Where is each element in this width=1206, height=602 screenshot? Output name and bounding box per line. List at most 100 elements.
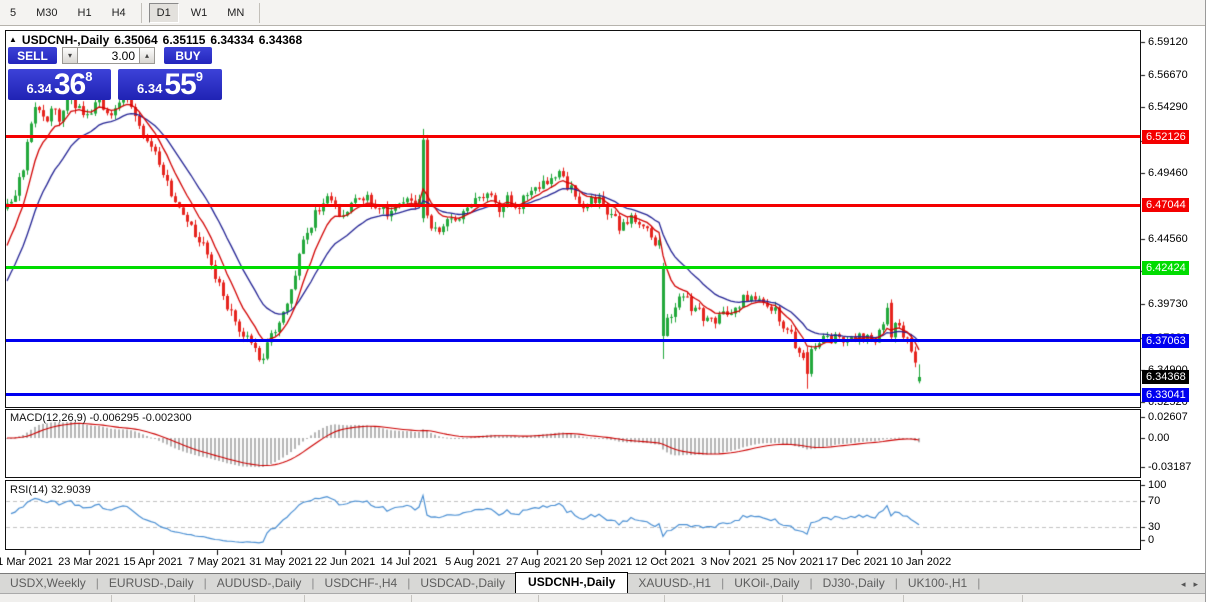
sell-price-prefix: 6.34 <box>26 81 52 96</box>
price-badge-6.47044: 6.47044 <box>1142 198 1189 213</box>
chart-tab-xauusd-h1[interactable]: XAUUSD-,H1 <box>628 574 721 593</box>
rsi-value: 32.9039 <box>50 484 91 496</box>
sell-quote-button[interactable]: 6.34 36 8 <box>8 69 111 100</box>
timeframe-button-h4[interactable]: H4 <box>104 3 134 23</box>
price-badge-6.42424: 6.42424 <box>1142 260 1189 275</box>
timeframe-button-mn[interactable]: MN <box>219 3 252 23</box>
tab-separator: | <box>977 576 981 590</box>
ohlc-low: 6.34334 <box>210 33 254 47</box>
chart-tab-usdcad-daily[interactable]: USDCAD-,Daily <box>410 574 515 593</box>
toolbar-separator <box>259 2 261 23</box>
chart-tab-audusd-daily[interactable]: AUDUSD-,Daily <box>207 574 312 593</box>
status-separator <box>664 595 665 602</box>
buy-price-point: 9 <box>195 69 203 84</box>
sell-button[interactable]: SELL <box>8 47 57 64</box>
indicator-tick-label: 30 <box>1148 521 1161 533</box>
level-line-6.52126[interactable] <box>5 135 1141 139</box>
ohlc-close: 6.34368 <box>258 33 303 47</box>
status-separator <box>538 595 539 602</box>
time-tick-label: 1 Mar 2021 <box>0 556 53 568</box>
status-separator <box>304 595 305 602</box>
macd-main-value: -0.006295 <box>89 412 140 424</box>
volume-input[interactable] <box>77 47 140 64</box>
ohlc-high: 6.35115 <box>162 33 206 47</box>
level-line-6.47044[interactable] <box>5 203 1141 207</box>
rsi-name: RSI(14) <box>10 484 48 496</box>
level-line-6.37063[interactable] <box>5 339 1141 343</box>
terminal-window: 5 M30 H1 H4 D1 W1 MN ▲ USDCNH-,Daily 6.35064 6.35… <box>0 0 1206 602</box>
price-badge-6.37063: 6.37063 <box>1142 333 1189 348</box>
status-separator <box>1022 595 1023 602</box>
chart-tab-bar: USDX,Weekly | EURUSD-,Daily | AUDUSD-,Daily |… <box>0 572 1205 593</box>
indicator-tick-label: 70 <box>1148 495 1161 507</box>
chart-tab-usdcnh-daily[interactable]: USDCNH-,Daily <box>515 572 629 593</box>
time-tick-label: 3 Nov 2021 <box>700 556 758 568</box>
timeframe-button-d1[interactable]: D1 <box>148 2 179 23</box>
timeframe-toolbar: 5 M30 H1 H4 D1 W1 MN <box>0 0 1205 26</box>
time-tick-label: 5 Aug 2021 <box>445 556 501 568</box>
price-tick-label: 6.49460 <box>1148 166 1188 179</box>
macd-name: MACD(12,26,9) <box>10 412 87 424</box>
buy-quote-button[interactable]: 6.34 55 9 <box>118 69 222 100</box>
sell-price-point: 8 <box>85 69 93 84</box>
tab-scroll-left-icon[interactable]: ◂ <box>1181 579 1186 590</box>
chart-tab-usdx-weekly[interactable]: USDX,Weekly <box>0 574 96 593</box>
macd-signal-value: -0.002300 <box>142 412 192 424</box>
chart-symbol-label: USDCNH-,Daily <box>21 33 110 47</box>
indicator-tick-label: 0.02607 <box>1148 411 1188 423</box>
buy-button[interactable]: BUY <box>164 47 212 64</box>
time-tick-label: 12 Oct 2021 <box>635 556 695 568</box>
time-tick-label: 31 May 2021 <box>249 556 313 568</box>
chart-header: ▲ USDCNH-,Daily 6.35064 6.35115 6.34334 6.343… <box>9 33 302 47</box>
time-tick-label: 25 Nov 2021 <box>761 556 825 568</box>
level-line-6.33041[interactable] <box>5 393 1141 397</box>
tab-scroll-right-icon[interactable]: ▸ <box>1193 579 1198 590</box>
indicator-tick-label: -0.03187 <box>1148 461 1192 473</box>
chart-tab-usdchf-h4[interactable]: USDCHF-,H4 <box>315 574 408 593</box>
indicator-tick-label: 0 <box>1148 534 1155 546</box>
time-tick-label: 27 Aug 2021 <box>506 556 568 568</box>
volume-increase-button[interactable]: ▴ <box>140 47 155 64</box>
chart-tab-uk100-h1[interactable]: UK100-,H1 <box>898 574 977 593</box>
time-tick-label: 14 Jul 2021 <box>380 556 438 568</box>
price-badge-6.52126: 6.52126 <box>1142 129 1189 144</box>
price-tick-label: 6.39730 <box>1148 298 1188 311</box>
rsi-label: RSI(14) 32.9039 <box>10 484 91 496</box>
price-tick-label: 6.56670 <box>1148 69 1188 82</box>
time-tick-label: 10 Jan 2022 <box>890 556 952 568</box>
time-tick-label: 22 Jun 2021 <box>314 556 376 568</box>
price-tick-label: 6.54290 <box>1148 101 1188 114</box>
macd-label: MACD(12,26,9) -0.006295 -0.002300 <box>10 412 192 424</box>
status-bar <box>0 593 1205 602</box>
toolbar-separator <box>140 2 142 23</box>
status-separator <box>782 595 783 602</box>
timeframe-button-m30[interactable]: M30 <box>28 3 65 23</box>
timeframe-button-5[interactable]: 5 <box>2 3 24 23</box>
collapse-triangle-icon[interactable]: ▲ <box>9 35 17 44</box>
timeframe-button-w1[interactable]: W1 <box>183 3 216 23</box>
chart-tab-ukoil-daily[interactable]: UKOil-,Daily <box>724 574 809 593</box>
price-tick-label: 6.59120 <box>1148 36 1188 48</box>
price-tick-label: 6.44560 <box>1148 233 1188 246</box>
chart-tab-eurusd-daily[interactable]: EURUSD-,Daily <box>99 574 204 593</box>
level-line-6.42424[interactable] <box>5 266 1141 270</box>
tab-scroll-nav: ◂ ▸ <box>1181 579 1205 593</box>
spinner-up-icon: ▴ <box>144 51 149 60</box>
time-tick-label: 7 May 2021 <box>188 556 246 568</box>
buy-price-pips: 55 <box>164 68 196 101</box>
one-click-trading-panel: SELL ▾ ▴ BUY 6.34368 6.34559 <box>8 47 222 100</box>
status-separator <box>111 595 112 602</box>
time-tick-label: 17 Dec 2021 <box>825 556 889 568</box>
time-tick-label: 15 Apr 2021 <box>123 556 183 568</box>
sell-price-pips: 36 <box>53 68 86 101</box>
time-tick-label: 20 Sep 2021 <box>569 556 633 568</box>
timeframe-button-h1[interactable]: H1 <box>70 3 100 23</box>
status-separator <box>411 595 412 602</box>
ohlc-open: 6.35064 <box>114 33 158 47</box>
status-separator <box>194 595 195 602</box>
volume-decrease-button[interactable]: ▾ <box>62 47 77 64</box>
price-badge-6.33041: 6.33041 <box>1142 387 1189 402</box>
buy-price-prefix: 6.34 <box>137 81 163 96</box>
chart-tab-dj30-daily[interactable]: DJ30-,Daily <box>813 574 895 593</box>
indicator-tick-label: 0.00 <box>1148 432 1170 444</box>
